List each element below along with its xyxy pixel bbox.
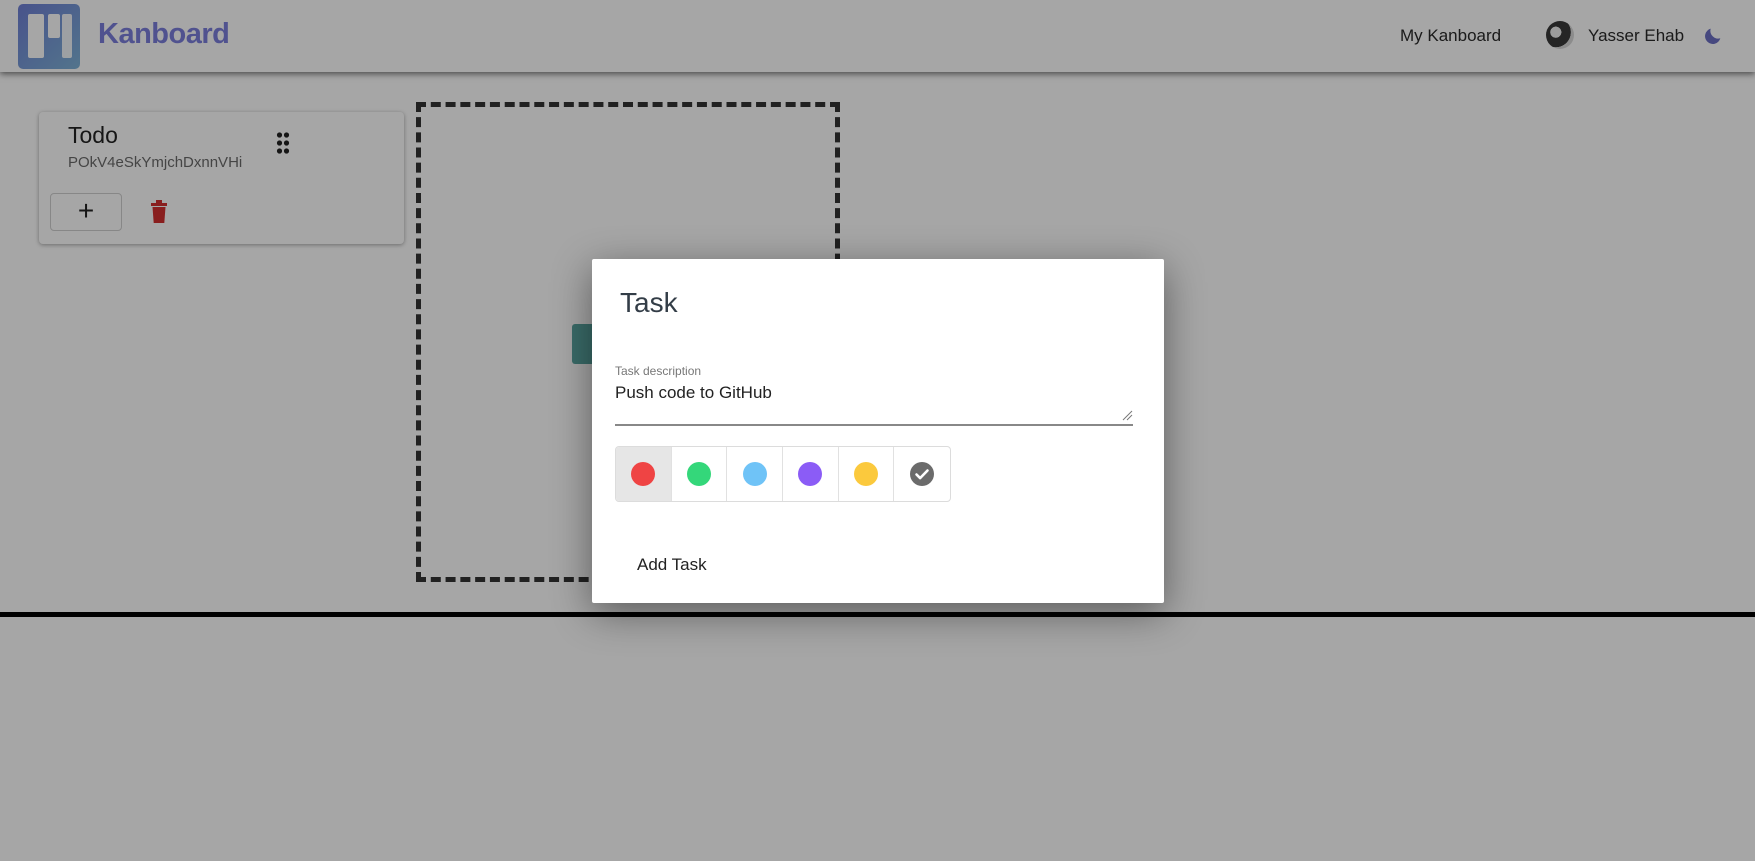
- task-dialog: Task Task description Push code to GitHu…: [592, 259, 1164, 603]
- yellow-dot-icon: [854, 462, 879, 486]
- input-underline: [615, 424, 1133, 426]
- purple-dot-icon: [798, 462, 823, 486]
- red-dot-icon: [631, 462, 656, 486]
- green-dot-icon: [687, 462, 711, 486]
- add-task-submit-button[interactable]: Add Task: [637, 555, 707, 575]
- task-description-input[interactable]: Push code to GitHub: [615, 383, 772, 403]
- color-swatch-red[interactable]: [616, 447, 672, 501]
- color-swatch-blue[interactable]: [727, 447, 784, 501]
- blue-dot-icon: [742, 462, 767, 486]
- dialog-title: Task: [620, 287, 678, 318]
- color-swatch-purple[interactable]: [783, 447, 839, 501]
- color-swatch-check[interactable]: [894, 447, 950, 501]
- color-swatch-green[interactable]: [672, 447, 728, 501]
- check-circle-icon: [910, 462, 935, 486]
- color-picker: [615, 446, 951, 502]
- task-description-label: Task description: [615, 364, 702, 378]
- resize-handle-icon[interactable]: [1122, 410, 1133, 421]
- color-swatch-yellow[interactable]: [839, 447, 895, 501]
